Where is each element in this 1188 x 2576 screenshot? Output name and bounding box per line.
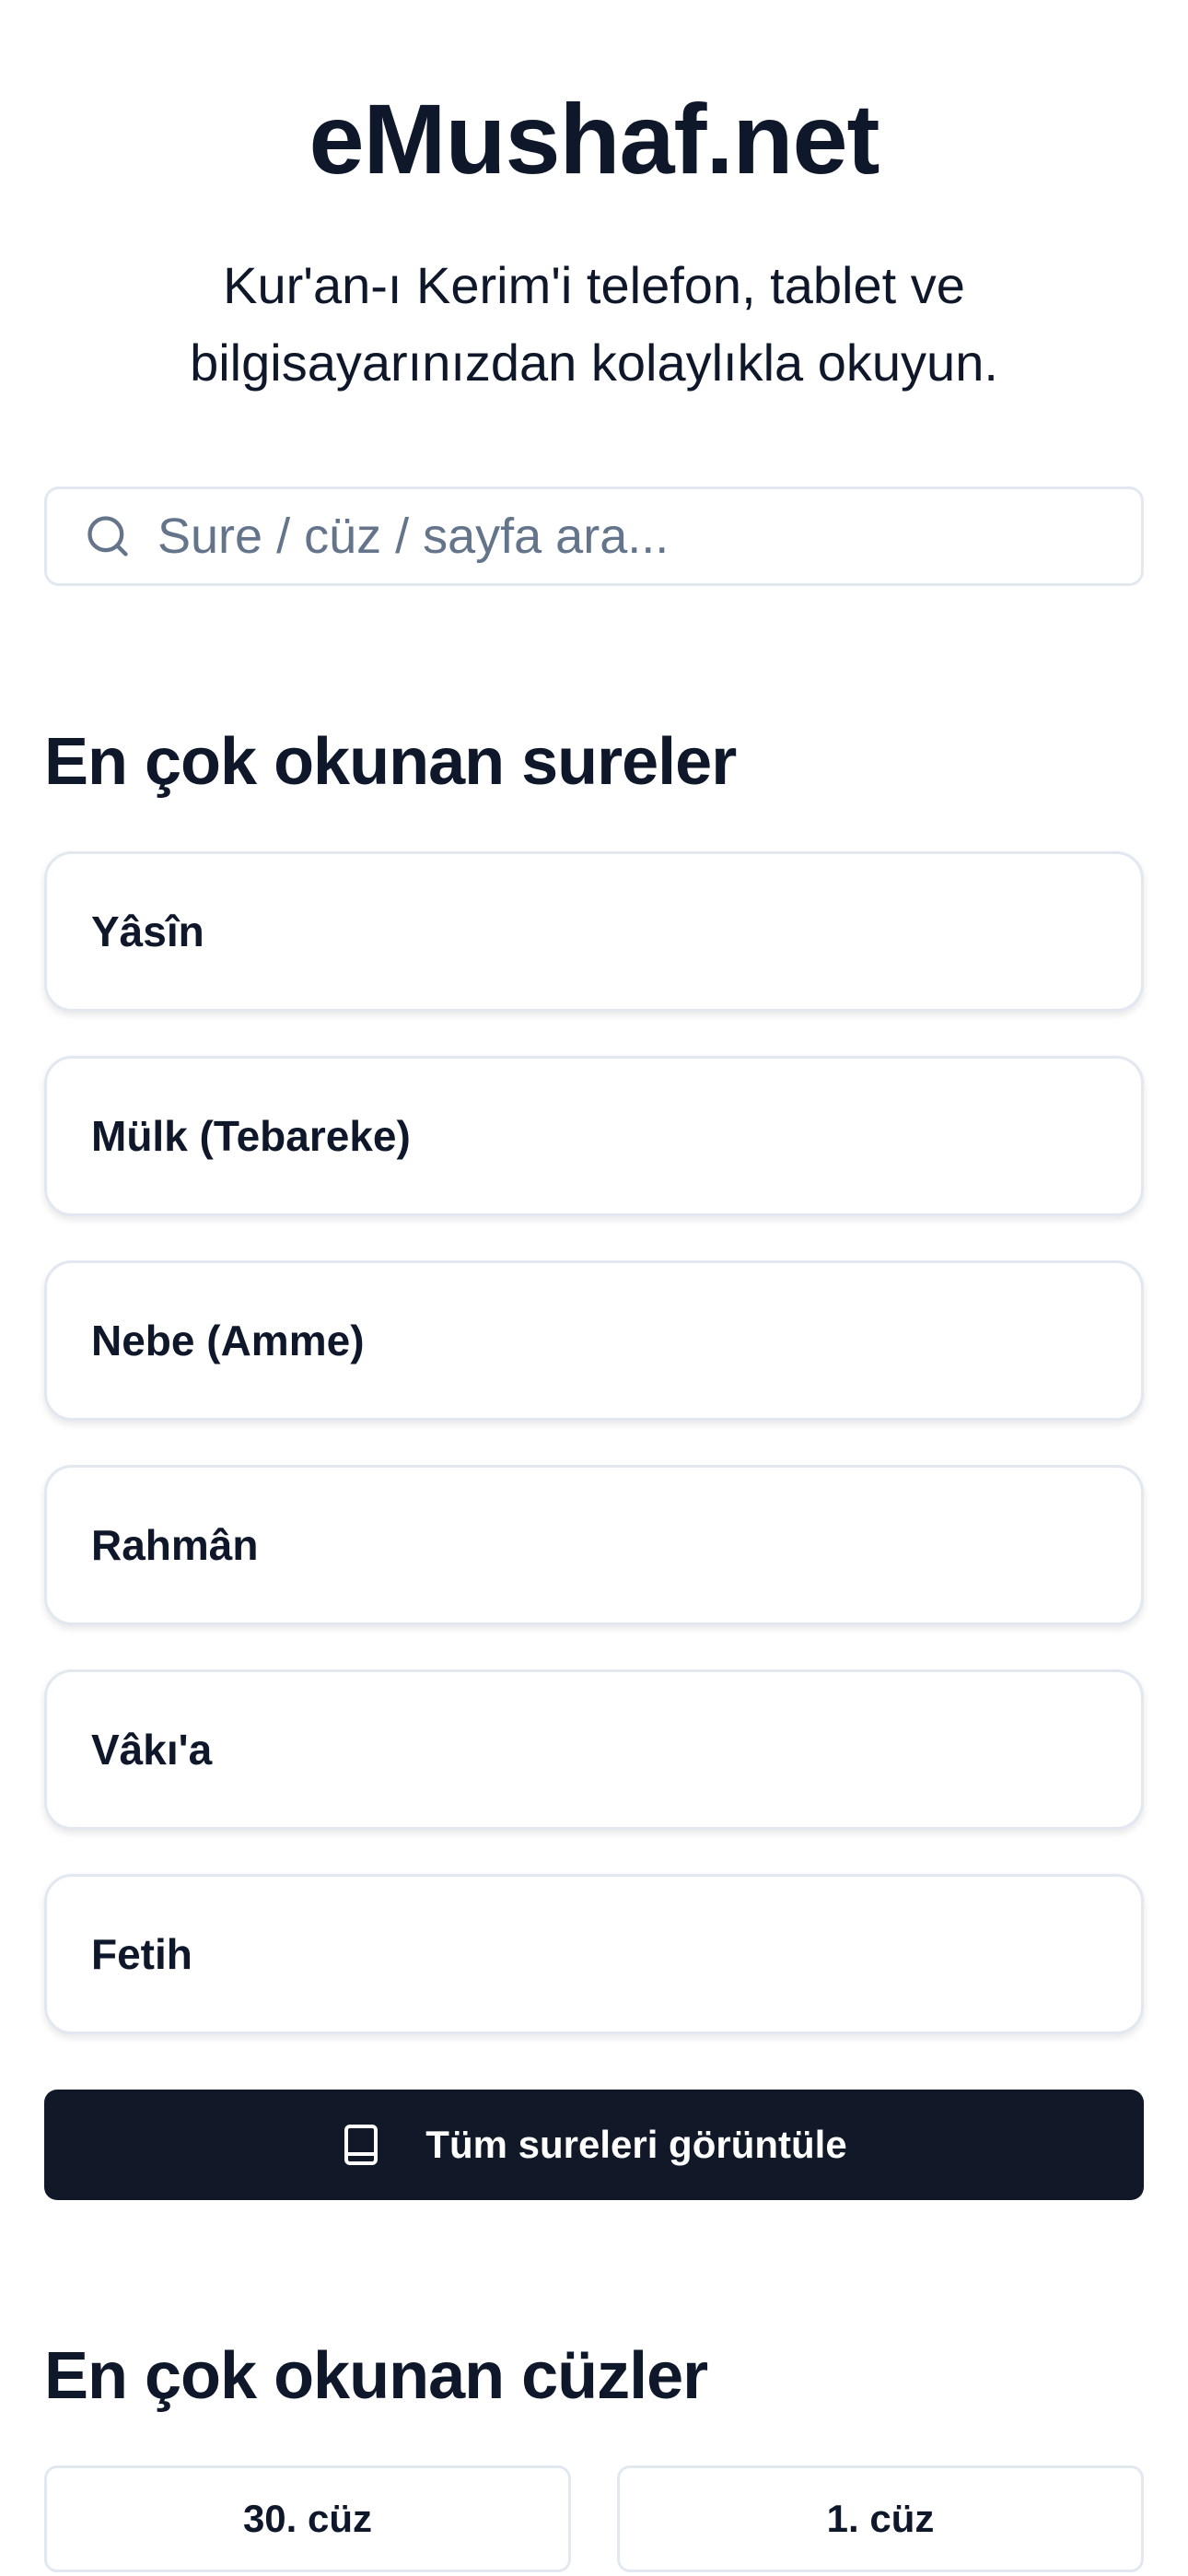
- view-all-sures-label: Tüm sureleri görüntüle: [425, 2123, 847, 2166]
- sure-item-rahman[interactable]: Rahmân: [44, 1465, 1144, 1625]
- tagline: Kur'an-ı Kerim'i telefon, tablet ve bilg…: [138, 247, 1050, 402]
- cuz-item-1[interactable]: 1. cüz: [617, 2465, 1144, 2572]
- cuz-item-label: 30. cüz: [242, 2497, 373, 2540]
- sure-item-label: Rahmân: [91, 1521, 259, 1569]
- sure-item-label: Fetih: [91, 1930, 192, 1978]
- popular-cuz-title: En çok okunan cüzler: [44, 2339, 708, 2413]
- sure-item-label: Mülk (Tebareke): [91, 1112, 411, 1160]
- tagline-line-2: bilgisayarınızdan kolaylıkla okuyun.: [190, 334, 998, 392]
- cuz-item-label: 1. cüz: [826, 2497, 935, 2540]
- search-box[interactable]: [44, 486, 1144, 586]
- view-all-sures-button[interactable]: Tüm sureleri görüntüle: [44, 2090, 1144, 2200]
- tagline-line-1: Kur'an-ı Kerim'i telefon, tablet ve: [223, 256, 965, 314]
- popular-sures-list: Yâsîn Mülk (Tebareke) Nebe (Amme) Rahmân…: [44, 851, 1144, 2078]
- sure-item-vakia[interactable]: Vâkı'a: [44, 1669, 1144, 1830]
- sure-item-mulk[interactable]: Mülk (Tebareke): [44, 1056, 1144, 1216]
- sure-item-yasin[interactable]: Yâsîn: [44, 851, 1144, 1012]
- sure-item-label: Nebe (Amme): [91, 1317, 365, 1364]
- popular-cuz-grid: 30. cüz 1. cüz: [44, 2465, 1144, 2572]
- site-title: eMushaf.net: [309, 83, 879, 194]
- book-icon: [344, 2125, 379, 2165]
- search-input[interactable]: [157, 508, 1078, 565]
- sure-item-nebe[interactable]: Nebe (Amme): [44, 1260, 1144, 1421]
- sure-item-fetih[interactable]: Fetih: [44, 1874, 1144, 2034]
- cuz-item-30[interactable]: 30. cüz: [44, 2465, 571, 2572]
- popular-sures-title: En çok okunan sureler: [44, 725, 737, 799]
- home-page: eMushaf.net Kur'an-ı Kerim'i telefon, ta…: [0, 0, 1188, 2576]
- sure-item-label: Yâsîn: [91, 907, 204, 955]
- sure-item-label: Vâkı'a: [91, 1726, 213, 1774]
- search-icon: [87, 516, 128, 556]
